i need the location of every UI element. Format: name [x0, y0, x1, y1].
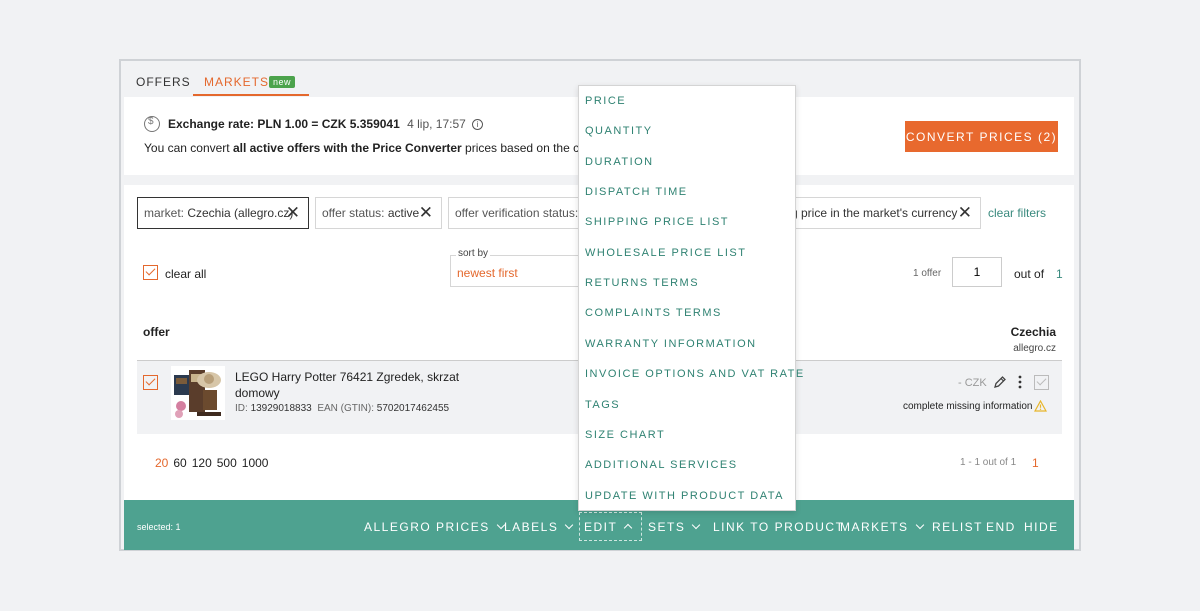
select-all-checkbox[interactable]: [143, 265, 158, 280]
menu-item-wholesale-price-list[interactable]: WHOLESALE PRICE LIST: [585, 247, 746, 259]
menu-item-invoice-options[interactable]: INVOICE OPTIONS AND VAT RATE: [585, 368, 805, 380]
market-publish-checkbox[interactable]: [1034, 375, 1049, 390]
menu-item-dispatch-time[interactable]: DISPATCH TIME: [585, 186, 688, 198]
filter-chip-price-currency[interactable]: g price in the market's currency ✕: [784, 197, 981, 229]
edit-dropdown-menu: PRICE QUANTITY DURATION DISPATCH TIME SH…: [578, 85, 803, 511]
sets-button[interactable]: SETS: [648, 520, 701, 534]
sets-label: SETS: [648, 520, 686, 534]
pencil-icon[interactable]: [993, 375, 1007, 389]
currency-exchange-icon: [144, 116, 160, 132]
total-pages-link[interactable]: 1: [1056, 267, 1063, 281]
filter-status-key: offer status:: [322, 206, 388, 220]
info-icon[interactable]: i: [472, 119, 484, 130]
chevron-up-icon: [624, 523, 633, 533]
markets-label: MARKETS: [840, 520, 909, 534]
tab-markets[interactable]: MARKETS: [204, 75, 269, 89]
offer-ean-label: EAN (GTIN):: [317, 403, 377, 414]
filter-price-text: g price in the market's currency: [791, 206, 958, 220]
convert-desc-prefix: You can convert: [144, 141, 233, 155]
sort-value: newest first: [457, 266, 518, 280]
sort-label: sort by: [456, 248, 491, 259]
missing-info-message[interactable]: complete missing information: [903, 401, 1033, 412]
allegro-prices-label: ALLEGRO PRICES: [364, 520, 490, 534]
close-icon[interactable]: ✕: [419, 198, 433, 228]
page-size-selector: 20 60 120 500 1000: [155, 456, 273, 470]
menu-item-complaints-terms[interactable]: COMPLAINTS TERMS: [585, 307, 722, 319]
page-size-option[interactable]: 120: [192, 456, 212, 470]
menu-item-duration[interactable]: DURATION: [585, 156, 654, 168]
filter-verification-key: offer verification status: r: [455, 206, 584, 220]
filter-chip-market[interactable]: market: Czechia (allegro.cz) ✕: [137, 197, 309, 229]
menu-item-shipping-price-list[interactable]: SHIPPING PRICE LIST: [585, 216, 729, 228]
convert-prices-button[interactable]: CONVERT PRICES (2): [905, 121, 1058, 152]
menu-item-warranty-information[interactable]: WARRANTY INFORMATION: [585, 338, 757, 350]
close-icon[interactable]: ✕: [958, 198, 972, 228]
chevron-down-icon: [692, 520, 701, 530]
page-size-option[interactable]: 60: [173, 456, 186, 470]
chevron-down-icon: [565, 520, 574, 530]
filter-market-value: Czechia (allegro.cz): [187, 206, 294, 220]
relist-button[interactable]: RELIST: [932, 520, 983, 534]
edit-label: EDIT: [584, 520, 618, 534]
offer-id-value: 13929018833: [250, 403, 312, 414]
new-badge: new: [269, 76, 296, 88]
hide-button[interactable]: HIDE: [1024, 520, 1059, 534]
offer-title[interactable]: LEGO Harry Potter 76421 Zgredek, skrzat …: [235, 369, 475, 401]
filter-status-value: active: [387, 206, 420, 220]
exchange-rate-date: 4 lip, 17:57: [407, 117, 466, 131]
out-of-label: out of: [1014, 267, 1045, 281]
exchange-rate-label: Exchange rate: PLN 1.00 = CZK 5.359041: [168, 117, 400, 131]
menu-item-additional-services[interactable]: ADDITIONAL SERVICES: [585, 459, 738, 471]
selected-count: selected: 1: [137, 522, 181, 532]
page-number-input[interactable]: [952, 257, 1002, 287]
column-header-market: Czechia: [1010, 325, 1056, 339]
link-to-product-button[interactable]: LINK TO PRODUCT: [713, 520, 844, 534]
product-thumbnail[interactable]: [171, 366, 225, 420]
page-size-option[interactable]: 1000: [242, 456, 269, 470]
end-button[interactable]: END: [986, 520, 1016, 534]
offer-ids: ID: 13929018833 EAN (GTIN): 570201746245…: [235, 403, 449, 414]
filter-chip-verification[interactable]: offer verification status: r: [448, 197, 584, 229]
tab-offers[interactable]: OFFERS: [136, 75, 191, 89]
filter-chip-status[interactable]: offer status: active ✕: [315, 197, 442, 229]
sort-select[interactable]: sort by newest first: [450, 248, 590, 287]
warning-icon: [1034, 400, 1047, 412]
markets-button[interactable]: MARKETS: [840, 520, 924, 534]
menu-item-price[interactable]: PRICE: [585, 95, 626, 107]
active-tab-indicator: [193, 94, 309, 96]
offer-ean-value: 5702017462455: [376, 403, 450, 414]
menu-item-tags[interactable]: TAGS: [585, 399, 620, 411]
labels-label: LABELS: [504, 520, 559, 534]
convert-desc-bold: all active offers with the Price Convert…: [232, 141, 462, 155]
labels-button[interactable]: LABELS: [504, 520, 574, 534]
edit-button[interactable]: EDIT: [584, 520, 633, 534]
page-size-option[interactable]: 20: [155, 456, 168, 470]
market-price: - CZK: [958, 377, 987, 389]
allegro-prices-button[interactable]: ALLEGRO PRICES: [364, 520, 505, 534]
column-header-offer: offer: [143, 325, 170, 339]
page-size-option[interactable]: 500: [217, 456, 237, 470]
menu-item-size-chart[interactable]: SIZE CHART: [585, 429, 665, 441]
filter-market-key: market:: [144, 206, 188, 220]
clear-all-label[interactable]: clear all: [165, 267, 206, 281]
column-header-market-sub: allegro.cz: [1013, 343, 1056, 354]
menu-item-update-with-product-data[interactable]: UPDATE WITH PRODUCT DATA: [585, 490, 784, 502]
current-page-link[interactable]: 1: [1032, 456, 1039, 470]
exchange-rate-line: Exchange rate: PLN 1.00 = CZK 5.359041 4…: [168, 117, 484, 131]
pagination-range: 1 - 1 out of 1: [960, 457, 1017, 468]
row-checkbox[interactable]: [143, 375, 158, 390]
menu-item-quantity[interactable]: QUANTITY: [585, 125, 653, 137]
offer-count: 1 offer: [913, 268, 942, 279]
close-icon[interactable]: ✕: [286, 198, 300, 228]
chevron-down-icon: [915, 520, 924, 530]
convert-description: You can convert all active offers with t…: [144, 141, 610, 155]
clear-filters-link[interactable]: clear filters: [988, 206, 1046, 220]
offer-id-label: ID:: [235, 403, 251, 414]
more-options-icon[interactable]: [1016, 375, 1024, 389]
menu-item-returns-terms[interactable]: RETURNS TERMS: [585, 277, 699, 289]
